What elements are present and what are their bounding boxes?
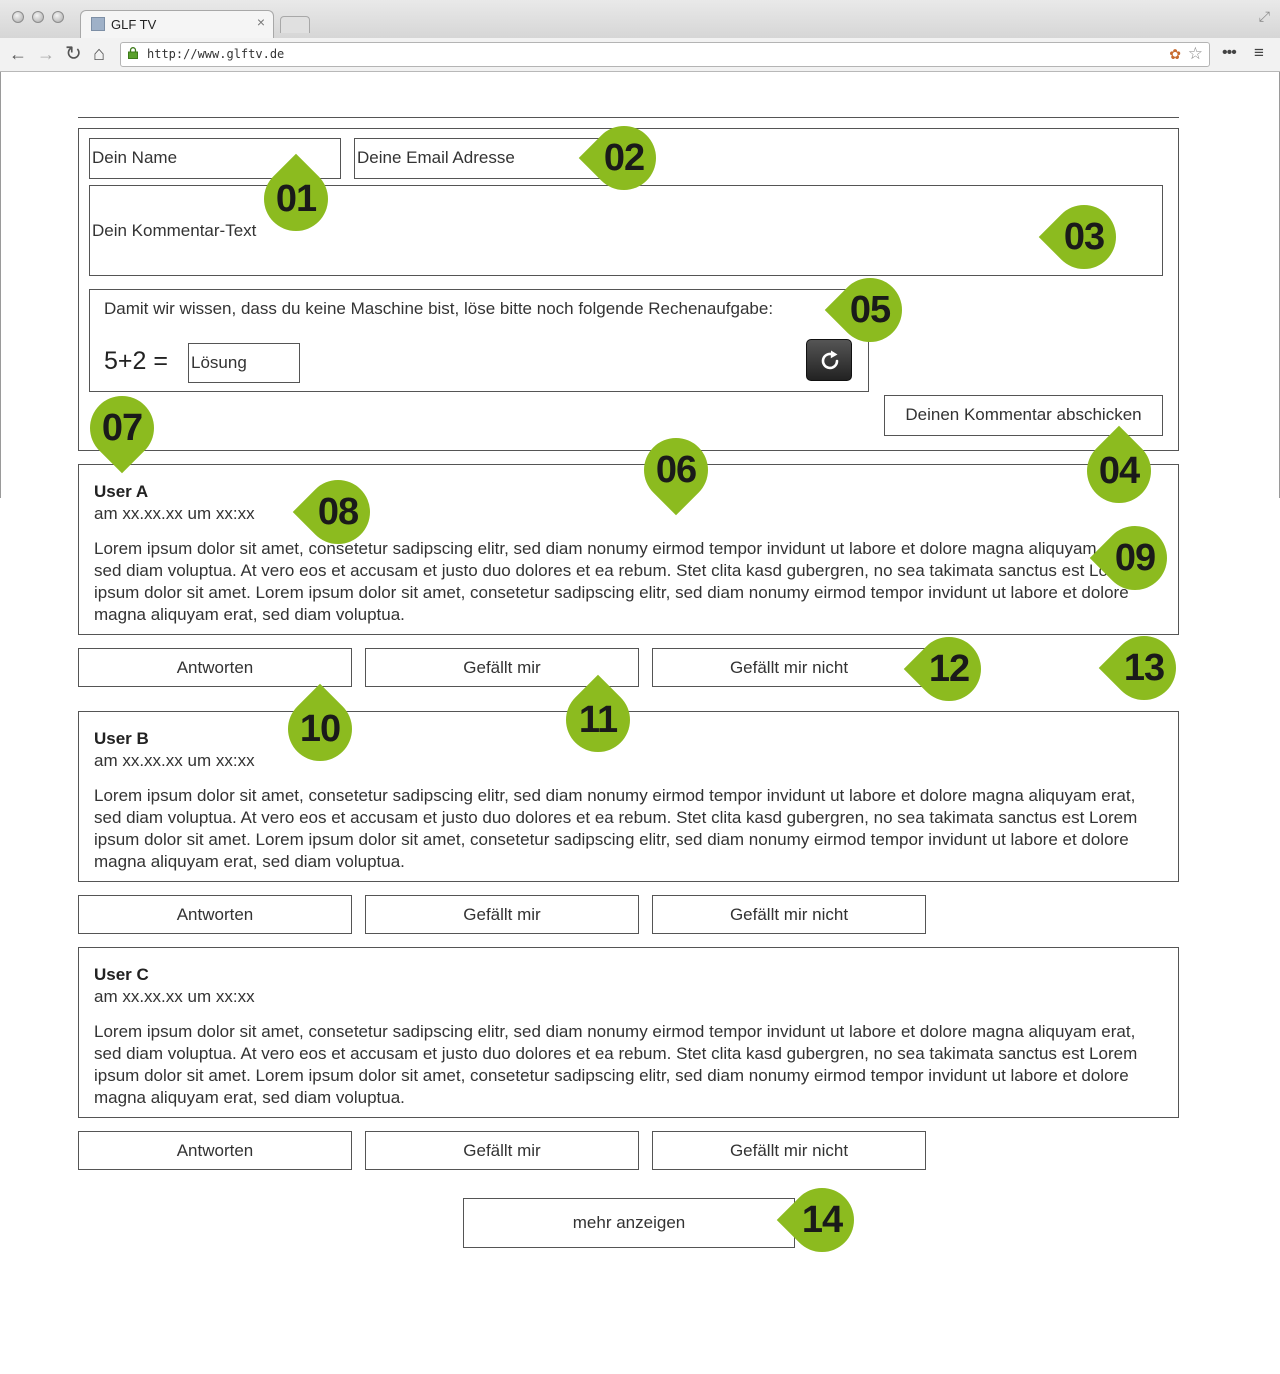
captcha-solution-input[interactable]: Lösung [188,343,300,383]
reply-button[interactable]: Antworten [78,895,352,934]
window-border-left [0,72,1,498]
annotation-marker: 12 [903,623,995,715]
window-minimize-button[interactable] [32,11,44,23]
annotation-marker: 08 [292,466,384,558]
fullscreen-icon[interactable]: ⤢ [1259,8,1270,25]
reply-button[interactable]: Antworten [78,648,352,687]
favicon-icon [91,17,105,31]
new-tab-button[interactable] [280,16,310,33]
like-button[interactable]: Gefällt mir [365,895,639,934]
comment-text: Lorem ipsum dolor sit amet, consetetur s… [94,786,1138,871]
tab-close-icon[interactable]: × [257,14,265,30]
annotation-marker: 11 [552,674,644,766]
more-icon[interactable]: ••• [1222,44,1237,62]
bookmark-star-icon[interactable]: ☆ [1188,44,1203,64]
comment-date: am xx.xx.xx um xx:xx [94,751,255,770]
annotation-marker: 02 [578,112,670,204]
captcha-prompt: Damit wir wissen, dass du keine Maschine… [104,299,774,318]
comment-user: User A [94,482,149,501]
browser-toolbar: ← → ↻ ⌂ http://www.glftv.de ✿ ☆ ••• ≡ [0,38,1280,72]
lock-icon [128,47,138,59]
home-icon[interactable]: ⌂ [93,43,105,65]
annotation-marker: 05 [824,264,916,356]
reload-icon[interactable]: ↻ [65,43,82,65]
annotation-marker: 14 [776,1174,868,1266]
url-text: http://www.glftv.de [147,47,285,61]
reply-button[interactable]: Antworten [78,1131,352,1170]
like-button[interactable]: Gefällt mir [365,1131,639,1170]
extension-icon[interactable]: ✿ [1169,46,1181,63]
annotation-marker: 07 [76,382,168,474]
address-bar[interactable]: http://www.glftv.de ✿ ☆ [120,42,1210,67]
annotation-marker: 04 [1073,425,1165,517]
dislike-button[interactable]: Gefällt mir nicht [652,1131,926,1170]
annotation-marker: 03 [1038,191,1130,283]
comment-card: User A am xx.xx.xx um xx:xx Lorem ipsum … [78,464,1179,635]
forward-icon[interactable]: → [37,43,55,65]
window-close-button[interactable] [12,11,24,23]
dislike-button[interactable]: Gefällt mir nicht [652,895,926,934]
annotation-marker: 13 [1098,622,1190,714]
annotation-marker: 09 [1089,512,1181,604]
dislike-button[interactable]: Gefällt mir nicht [652,648,926,687]
browser-titlebar: GLF TV × ⤢ [0,0,1280,38]
back-icon[interactable]: ← [9,43,27,65]
comment-user: User B [94,729,149,748]
annotation-marker: 01 [250,153,342,245]
comment-textarea[interactable]: Dein Kommentar-Text [89,185,1163,276]
comment-user: User C [94,965,149,984]
window-zoom-button[interactable] [52,11,64,23]
annotation-marker: 06 [630,424,722,516]
divider [78,117,1179,118]
show-more-button[interactable]: mehr anzeigen [463,1198,795,1248]
refresh-icon [821,350,839,370]
email-field[interactable]: Deine Email Adresse [354,138,606,179]
annotation-marker: 10 [274,683,366,775]
comment-card: User C am xx.xx.xx um xx:xx Lorem ipsum … [78,947,1179,1118]
captcha-refresh-button[interactable] [806,339,852,381]
captcha-box: Damit wir wissen, dass du keine Maschine… [89,289,869,392]
comment-text: Lorem ipsum dolor sit amet, consetetur s… [94,1022,1138,1107]
comment-text: Lorem ipsum dolor sit amet, consetetur s… [94,539,1138,624]
browser-tab[interactable]: GLF TV × [80,10,274,38]
comment-date: am xx.xx.xx um xx:xx [94,504,255,523]
menu-icon[interactable]: ≡ [1254,43,1264,63]
captcha-equation: 5+2 = [104,347,168,375]
tab-title: GLF TV [111,17,157,32]
comment-date: am xx.xx.xx um xx:xx [94,987,255,1006]
